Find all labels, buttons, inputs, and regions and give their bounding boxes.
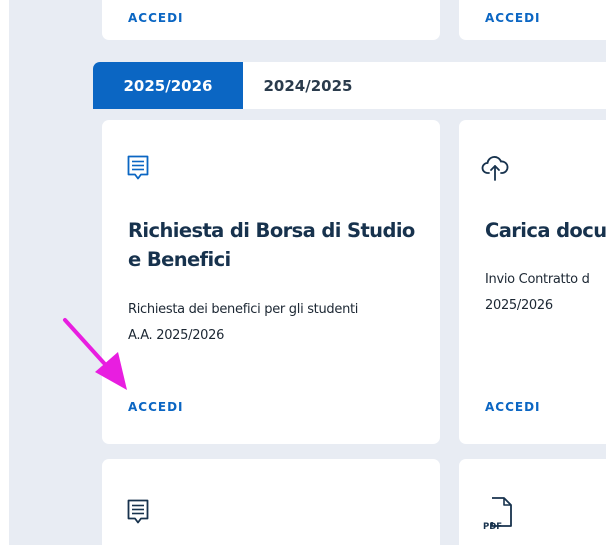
pdf-file-icon: PDF — [483, 497, 512, 530]
service-card-bottom-right[interactable]: PDF — [459, 459, 606, 545]
pdf-badge: PDF — [483, 522, 502, 530]
card-title-line2: e Benefici — [128, 248, 231, 271]
cloud-upload-icon — [481, 156, 509, 181]
card-top-right: ACCEDI — [459, 0, 606, 40]
service-card-scholarship[interactable]: Richiesta di Borsa di Studio e Benefici … — [102, 120, 440, 444]
service-card-bottom-left[interactable] — [102, 459, 440, 545]
service-card-upload[interactable]: Carica docu Invio Contratto d 2025/2026 … — [459, 120, 606, 444]
card-description-line1: Richiesta dei benefici per gli studenti — [128, 302, 359, 317]
message-icon — [127, 155, 149, 180]
card-description-line2: A.A. 2025/2026 — [128, 328, 225, 343]
card-top-left: ACCEDI — [102, 0, 440, 40]
access-link[interactable]: ACCEDI — [128, 11, 184, 25]
card-description-line2: 2025/2026 — [485, 298, 553, 313]
card-description-line1: Invio Contratto d — [485, 272, 590, 287]
year-tabs: 2025/2026 2024/2025 — [93, 62, 606, 109]
access-link[interactable]: ACCEDI — [485, 11, 541, 25]
tab-2025-2026[interactable]: 2025/2026 — [93, 62, 243, 109]
access-link[interactable]: ACCEDI — [485, 400, 541, 414]
tab-2024-2025[interactable]: 2024/2025 — [243, 62, 373, 109]
message-icon — [127, 499, 149, 524]
card-title-line1: Richiesta di Borsa di Studio — [128, 219, 415, 242]
access-link[interactable]: ACCEDI — [128, 400, 184, 414]
card-title-line1: Carica docu — [485, 219, 606, 242]
